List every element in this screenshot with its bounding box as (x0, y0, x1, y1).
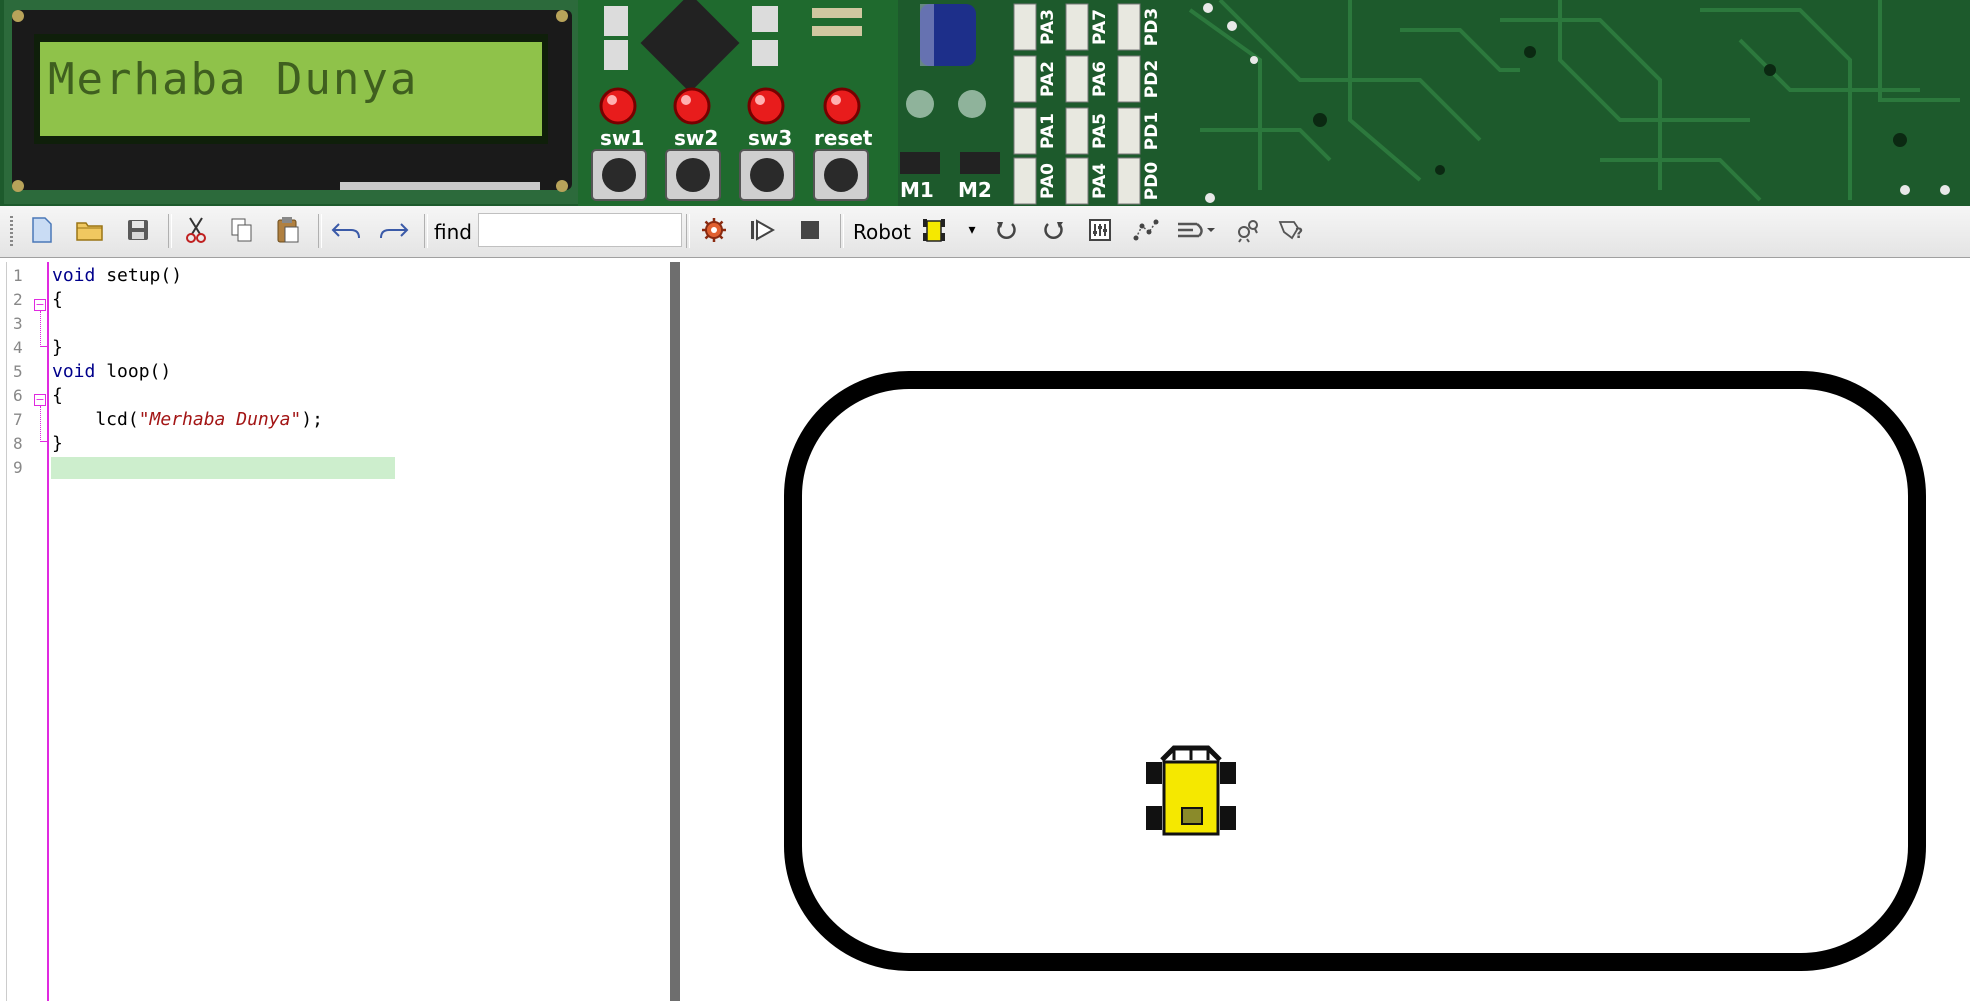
code-line[interactable]: { (52, 385, 63, 406)
settings-robot-icon[interactable] (1232, 214, 1264, 246)
button-label-sw3: sw3 (748, 126, 793, 150)
track-select-icon[interactable] (1174, 214, 1216, 246)
code-line[interactable]: { (52, 289, 63, 310)
open-folder-icon[interactable] (74, 214, 106, 246)
button-sw3[interactable] (740, 150, 794, 200)
path-icon[interactable] (1130, 214, 1162, 246)
line-number: 9 (13, 458, 23, 477)
rotate-left-icon[interactable] (990, 214, 1022, 246)
toolbar: find Robot ▾ ? (0, 206, 1970, 258)
window-edge (1961, 262, 1970, 1001)
pin-label: PD2 (1142, 59, 1162, 99)
pin-label: PA5 (1090, 113, 1110, 149)
pin-label: PA7 (1090, 9, 1110, 45)
panel-splitter[interactable] (670, 262, 680, 1001)
line-number: 6 (13, 386, 23, 405)
button-label-sw2: sw2 (674, 126, 719, 150)
rotate-right-icon[interactable] (1038, 214, 1070, 246)
code-text: setup() (95, 265, 183, 286)
run-icon[interactable] (746, 214, 778, 246)
pin-label: PD0 (1142, 161, 1162, 201)
line-number: 4 (13, 338, 23, 357)
code-line[interactable]: } (52, 337, 63, 358)
pin-label: PA4 (1090, 163, 1110, 199)
cut-icon[interactable] (180, 214, 212, 246)
debug-icon[interactable]: ? (1276, 214, 1308, 246)
chevron-down-icon[interactable]: ▾ (956, 214, 988, 246)
stop-icon[interactable] (794, 214, 826, 246)
toolbar-separator (424, 214, 428, 248)
code-keyword: void (52, 265, 96, 286)
robot-select-icon[interactable] (918, 214, 950, 246)
copy-icon[interactable] (226, 214, 258, 246)
fold-guide (40, 406, 41, 440)
code-text: } (52, 337, 63, 358)
toolbar-separator (686, 214, 690, 248)
toolbar-separator (840, 214, 844, 248)
fold-collapse-icon[interactable]: − (34, 394, 46, 406)
pin-label: PA6 (1090, 61, 1110, 97)
button-label-sw1: sw1 (600, 126, 645, 150)
line-track (784, 371, 1926, 971)
undo-icon[interactable] (330, 214, 362, 246)
robot-icon[interactable] (1144, 740, 1238, 836)
line-number: 7 (13, 410, 23, 429)
paste-icon[interactable] (272, 214, 304, 246)
pin-label: PA3 (1038, 9, 1058, 45)
code-keyword: void (52, 361, 96, 382)
code-text: lcd( (52, 409, 139, 430)
simulator-canvas[interactable] (680, 262, 1961, 1001)
code-text: ); (301, 409, 323, 430)
svg-text:?: ? (1295, 226, 1303, 242)
pin-label: PD1 (1142, 111, 1162, 151)
code-line[interactable]: lcd("Merhaba Dunya"); (52, 409, 323, 430)
robot-label: Robot (853, 220, 912, 244)
motor-label-m1: M1 (900, 178, 934, 202)
line-number: 5 (13, 362, 23, 381)
fold-margin-line (47, 262, 49, 1001)
code-line[interactable]: void loop() (52, 361, 171, 382)
fold-end-marker (40, 441, 48, 442)
fold-guide (40, 311, 41, 345)
code-text: } (52, 433, 63, 454)
pin-label: PA1 (1038, 113, 1058, 149)
current-line-highlight (51, 457, 395, 479)
save-icon[interactable] (122, 214, 154, 246)
code-editor[interactable]: − − 1 2 3 4 5 6 7 8 9 void setup() { } v… (6, 262, 671, 1001)
button-sw2[interactable] (666, 150, 720, 200)
motor-label-m2: M2 (958, 178, 992, 202)
code-string: "Merhaba Dunya" (138, 409, 302, 430)
line-number: 3 (13, 314, 23, 333)
toolbar-separator (318, 214, 322, 248)
board-panel: Merhaba Dunya sw1 sw2 sw3 reset M1 M2 PA… (0, 0, 1970, 206)
button-label-reset: reset (814, 126, 873, 150)
button-reset[interactable] (814, 150, 868, 200)
toolbar-separator (168, 214, 172, 248)
pin-label: PA0 (1038, 163, 1058, 199)
line-number: 8 (13, 434, 23, 453)
toolbar-grip[interactable] (10, 216, 13, 246)
line-number: 1 (13, 266, 23, 285)
code-line[interactable]: } (52, 433, 63, 454)
line-number: 2 (13, 290, 23, 309)
redo-icon[interactable] (378, 214, 410, 246)
find-input[interactable] (478, 213, 682, 247)
button-sw1[interactable] (592, 150, 646, 200)
code-text: loop() (95, 361, 172, 382)
find-label: find (434, 220, 472, 244)
compile-gear-icon[interactable] (698, 214, 730, 246)
pin-label: PD3 (1142, 7, 1162, 47)
fold-end-marker (40, 346, 48, 347)
code-text: { (52, 289, 63, 310)
pin-label: PA2 (1038, 61, 1058, 97)
lcd-display-text: Merhaba Dunya (48, 54, 419, 105)
code-text: { (52, 385, 63, 406)
new-file-icon[interactable] (26, 214, 58, 246)
code-line[interactable]: void setup() (52, 265, 182, 286)
sensor-panel-icon[interactable] (1084, 214, 1116, 246)
fold-collapse-icon[interactable]: − (34, 299, 46, 311)
